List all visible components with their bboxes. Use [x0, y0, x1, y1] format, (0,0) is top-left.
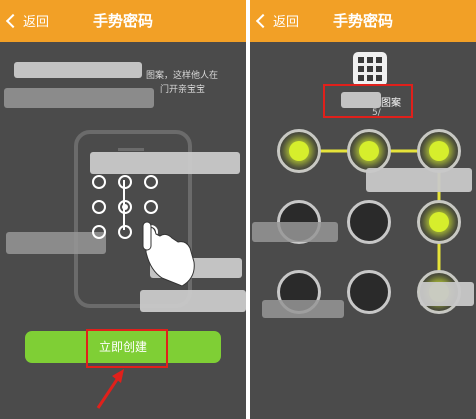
blurred-region [420, 282, 474, 306]
blurred-region [252, 222, 338, 242]
pattern-path [299, 149, 441, 292]
blurred-region [366, 168, 472, 192]
pattern-node-5[interactable] [347, 200, 391, 244]
pattern-node-6[interactable] [417, 200, 461, 244]
screenshot: 返回 手势密码 图案，这样他人在 门开亲宝宝 立即创建 返回 手势密码 图案 5… [0, 0, 476, 419]
pattern-node-1[interactable] [277, 129, 321, 173]
pattern-node-2[interactable] [347, 129, 391, 173]
pattern-node-3[interactable] [417, 129, 461, 173]
pattern-node-8[interactable] [347, 270, 391, 314]
blurred-region [262, 300, 344, 318]
